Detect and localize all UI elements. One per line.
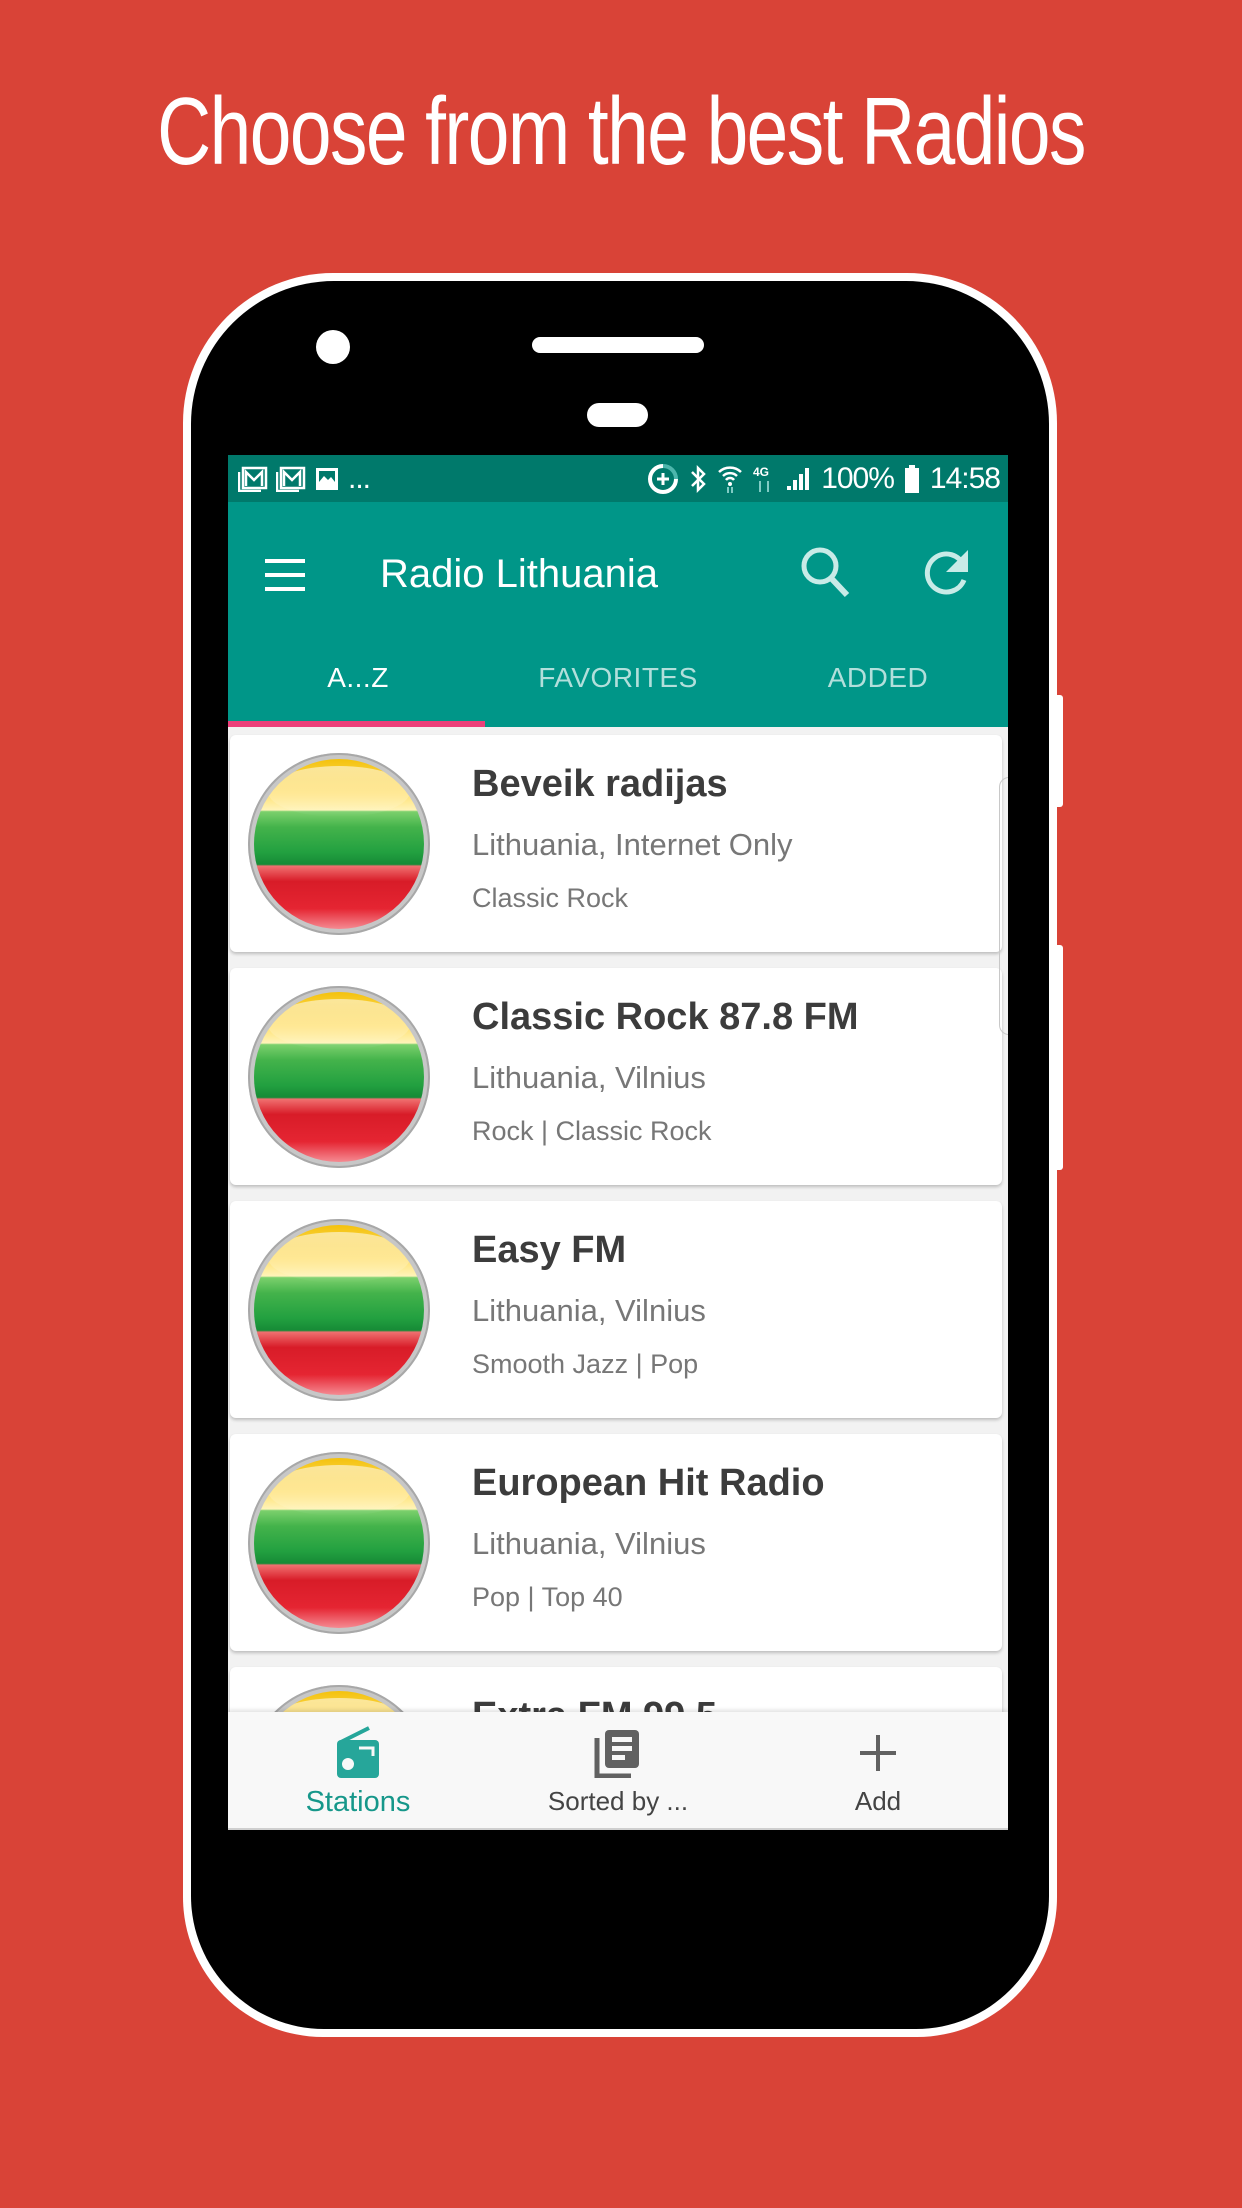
station-location: Lithuania, Vilnius [472, 1526, 706, 1561]
bluetooth-icon [689, 464, 707, 494]
station-location: Lithuania, Internet Only [472, 827, 793, 862]
4g-icon: 4G [753, 464, 775, 494]
nav-stations[interactable]: Stations [228, 1712, 488, 1828]
menu-button[interactable] [260, 550, 310, 600]
nav-label: Stations [305, 1786, 411, 1818]
app-title: Radio Lithuania [380, 552, 658, 596]
radio-icon [337, 1726, 379, 1778]
station-card[interactable]: Classic Rock 87.8 FM Lithuania, Vilnius … [230, 968, 1002, 1185]
nav-label: Sorted by ... [547, 1786, 689, 1816]
station-genre: Classic Rock [472, 883, 629, 913]
station-name: Beveik radijas [472, 763, 728, 805]
station-location: Lithuania, Vilnius [472, 1293, 706, 1328]
nav-sorted-by[interactable]: Sorted by ... [488, 1712, 748, 1828]
refresh-icon [924, 550, 968, 595]
lithuania-flag-icon [248, 986, 430, 1168]
gmail-icon [276, 466, 306, 492]
tab-a-z[interactable]: A...Z [228, 635, 488, 721]
library-books-icon [594, 1730, 639, 1778]
nav-add[interactable]: Add [748, 1712, 1008, 1828]
notification-overflow: ... [348, 461, 371, 495]
clock: 14:58 [929, 461, 1001, 495]
station-name: European Hit Radio [472, 1462, 825, 1504]
station-genre: Pop | Top 40 [472, 1582, 623, 1612]
tab-bar: A...Z FAVORITES ADDED [228, 635, 1008, 721]
tab-favorites[interactable]: FAVORITES [488, 635, 748, 721]
status-bar: ... 4G 100% 14:58 [228, 455, 1008, 502]
app-bar: Radio Lithuania A...Z FAVORITES ADDED [228, 502, 1008, 727]
station-location: Lithuania, Vilnius [472, 1060, 706, 1095]
station-card[interactable]: European Hit Radio Lithuania, Vilnius Po… [230, 1434, 1002, 1651]
battery-icon [904, 464, 920, 494]
plus-icon [860, 1735, 896, 1771]
app-screen: ... 4G 100% 14:58 Radio Lithuania A...Z … [228, 455, 1008, 1830]
station-card[interactable]: Beveik radijas Lithuania, Internet Only … [230, 735, 1002, 952]
station-list: Beveik radijas Lithuania, Internet Only … [228, 727, 1008, 1830]
wifi-icon [717, 464, 743, 494]
proximity-sensor [587, 403, 648, 427]
search-button[interactable] [794, 540, 858, 604]
data-saver-icon [647, 463, 679, 495]
network-type-label: 4G [753, 465, 769, 479]
front-camera [316, 330, 350, 364]
bottom-navigation: Stations Sorted by ... Add [228, 1712, 1008, 1830]
phone-power-button [1055, 695, 1063, 807]
phone-volume-button [1055, 945, 1063, 1170]
scrollbar[interactable] [999, 777, 1008, 1035]
headline: Choose from the best Radios [157, 78, 1086, 185]
lithuania-flag-icon [248, 753, 430, 935]
search-icon [801, 547, 850, 598]
station-genre: Rock | Classic Rock [472, 1116, 712, 1146]
nav-label: Add [854, 1786, 902, 1816]
lithuania-flag-icon [248, 1452, 430, 1634]
station-card[interactable]: Easy FM Lithuania, Vilnius Smooth Jazz |… [230, 1201, 1002, 1418]
station-genre: Smooth Jazz | Pop [472, 1349, 699, 1379]
gmail-icon [238, 466, 268, 492]
tab-added[interactable]: ADDED [748, 635, 1008, 721]
earpiece-speaker [532, 337, 704, 353]
battery-percentage: 100% [821, 461, 895, 495]
hamburger-menu-icon [265, 559, 305, 591]
signal-icon [785, 466, 811, 492]
refresh-button[interactable] [916, 540, 980, 604]
image-icon [314, 466, 340, 492]
station-name: Classic Rock 87.8 FM [472, 996, 859, 1038]
station-name: Easy FM [472, 1229, 627, 1271]
lithuania-flag-icon [248, 1219, 430, 1401]
